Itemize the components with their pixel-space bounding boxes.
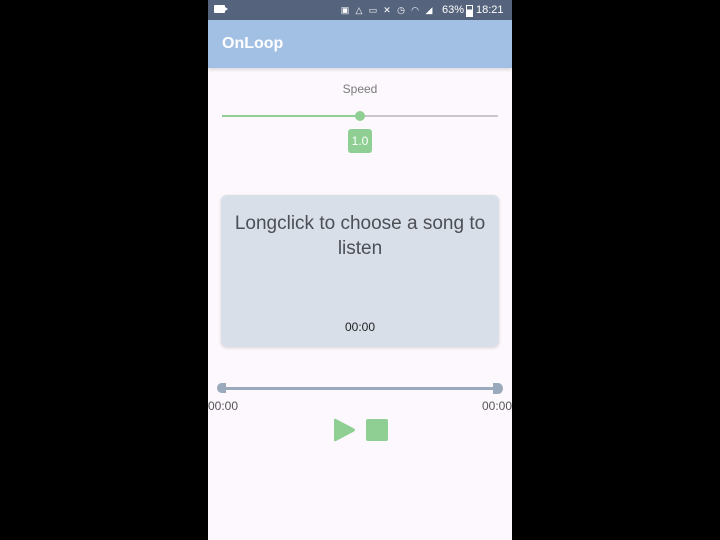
play-icon [334, 418, 355, 442]
battery-icon [466, 5, 473, 17]
wifi-icon: ◠ [411, 5, 419, 15]
app-title: OnLoop [222, 35, 284, 52]
mute-icon: ✕ [383, 5, 391, 15]
song-prompt: Longclick to choose a song to listen [234, 213, 486, 259]
playback-progress-bar[interactable] [222, 387, 498, 390]
sim-icon: ▣ [340, 5, 350, 15]
play-button[interactable] [332, 418, 356, 442]
song-current-time: 00:00 [344, 320, 376, 334]
clock: 18:21 [476, 4, 504, 16]
elapsed-time: 00:00 [208, 399, 239, 413]
total-time: 00:00 [481, 399, 512, 413]
cast-icon: ▭ [368, 5, 378, 15]
progress-start-marker[interactable] [217, 383, 226, 393]
phone-screen: ▣ △ ▭ ✕ ◷ ◠ ◢ 63% 18:21 OnLoop Speed 1.0… [208, 0, 512, 540]
speed-value-badge: 1.0 [348, 129, 372, 153]
status-bar: ▣ △ ▭ ✕ ◷ ◠ ◢ 63% 18:21 [208, 0, 512, 20]
battery-percent: 63% [442, 4, 465, 16]
video-icon [214, 5, 228, 13]
speed-slider-fill [222, 115, 360, 117]
app-bar: OnLoop [208, 20, 512, 68]
status-icons: ▣ △ ▭ ✕ ◷ ◠ ◢ [340, 3, 434, 17]
progress-end-marker[interactable] [493, 383, 503, 394]
stop-button[interactable] [366, 419, 388, 441]
speed-slider[interactable] [222, 111, 498, 121]
song-card[interactable]: Longclick to choose a song to listen 00:… [221, 195, 499, 347]
warning-icon: △ [355, 5, 363, 15]
speed-label: Speed [342, 82, 378, 96]
signal-icon: ◢ [425, 5, 433, 15]
speed-slider-thumb[interactable] [355, 111, 365, 121]
alarm-icon: ◷ [397, 5, 405, 15]
